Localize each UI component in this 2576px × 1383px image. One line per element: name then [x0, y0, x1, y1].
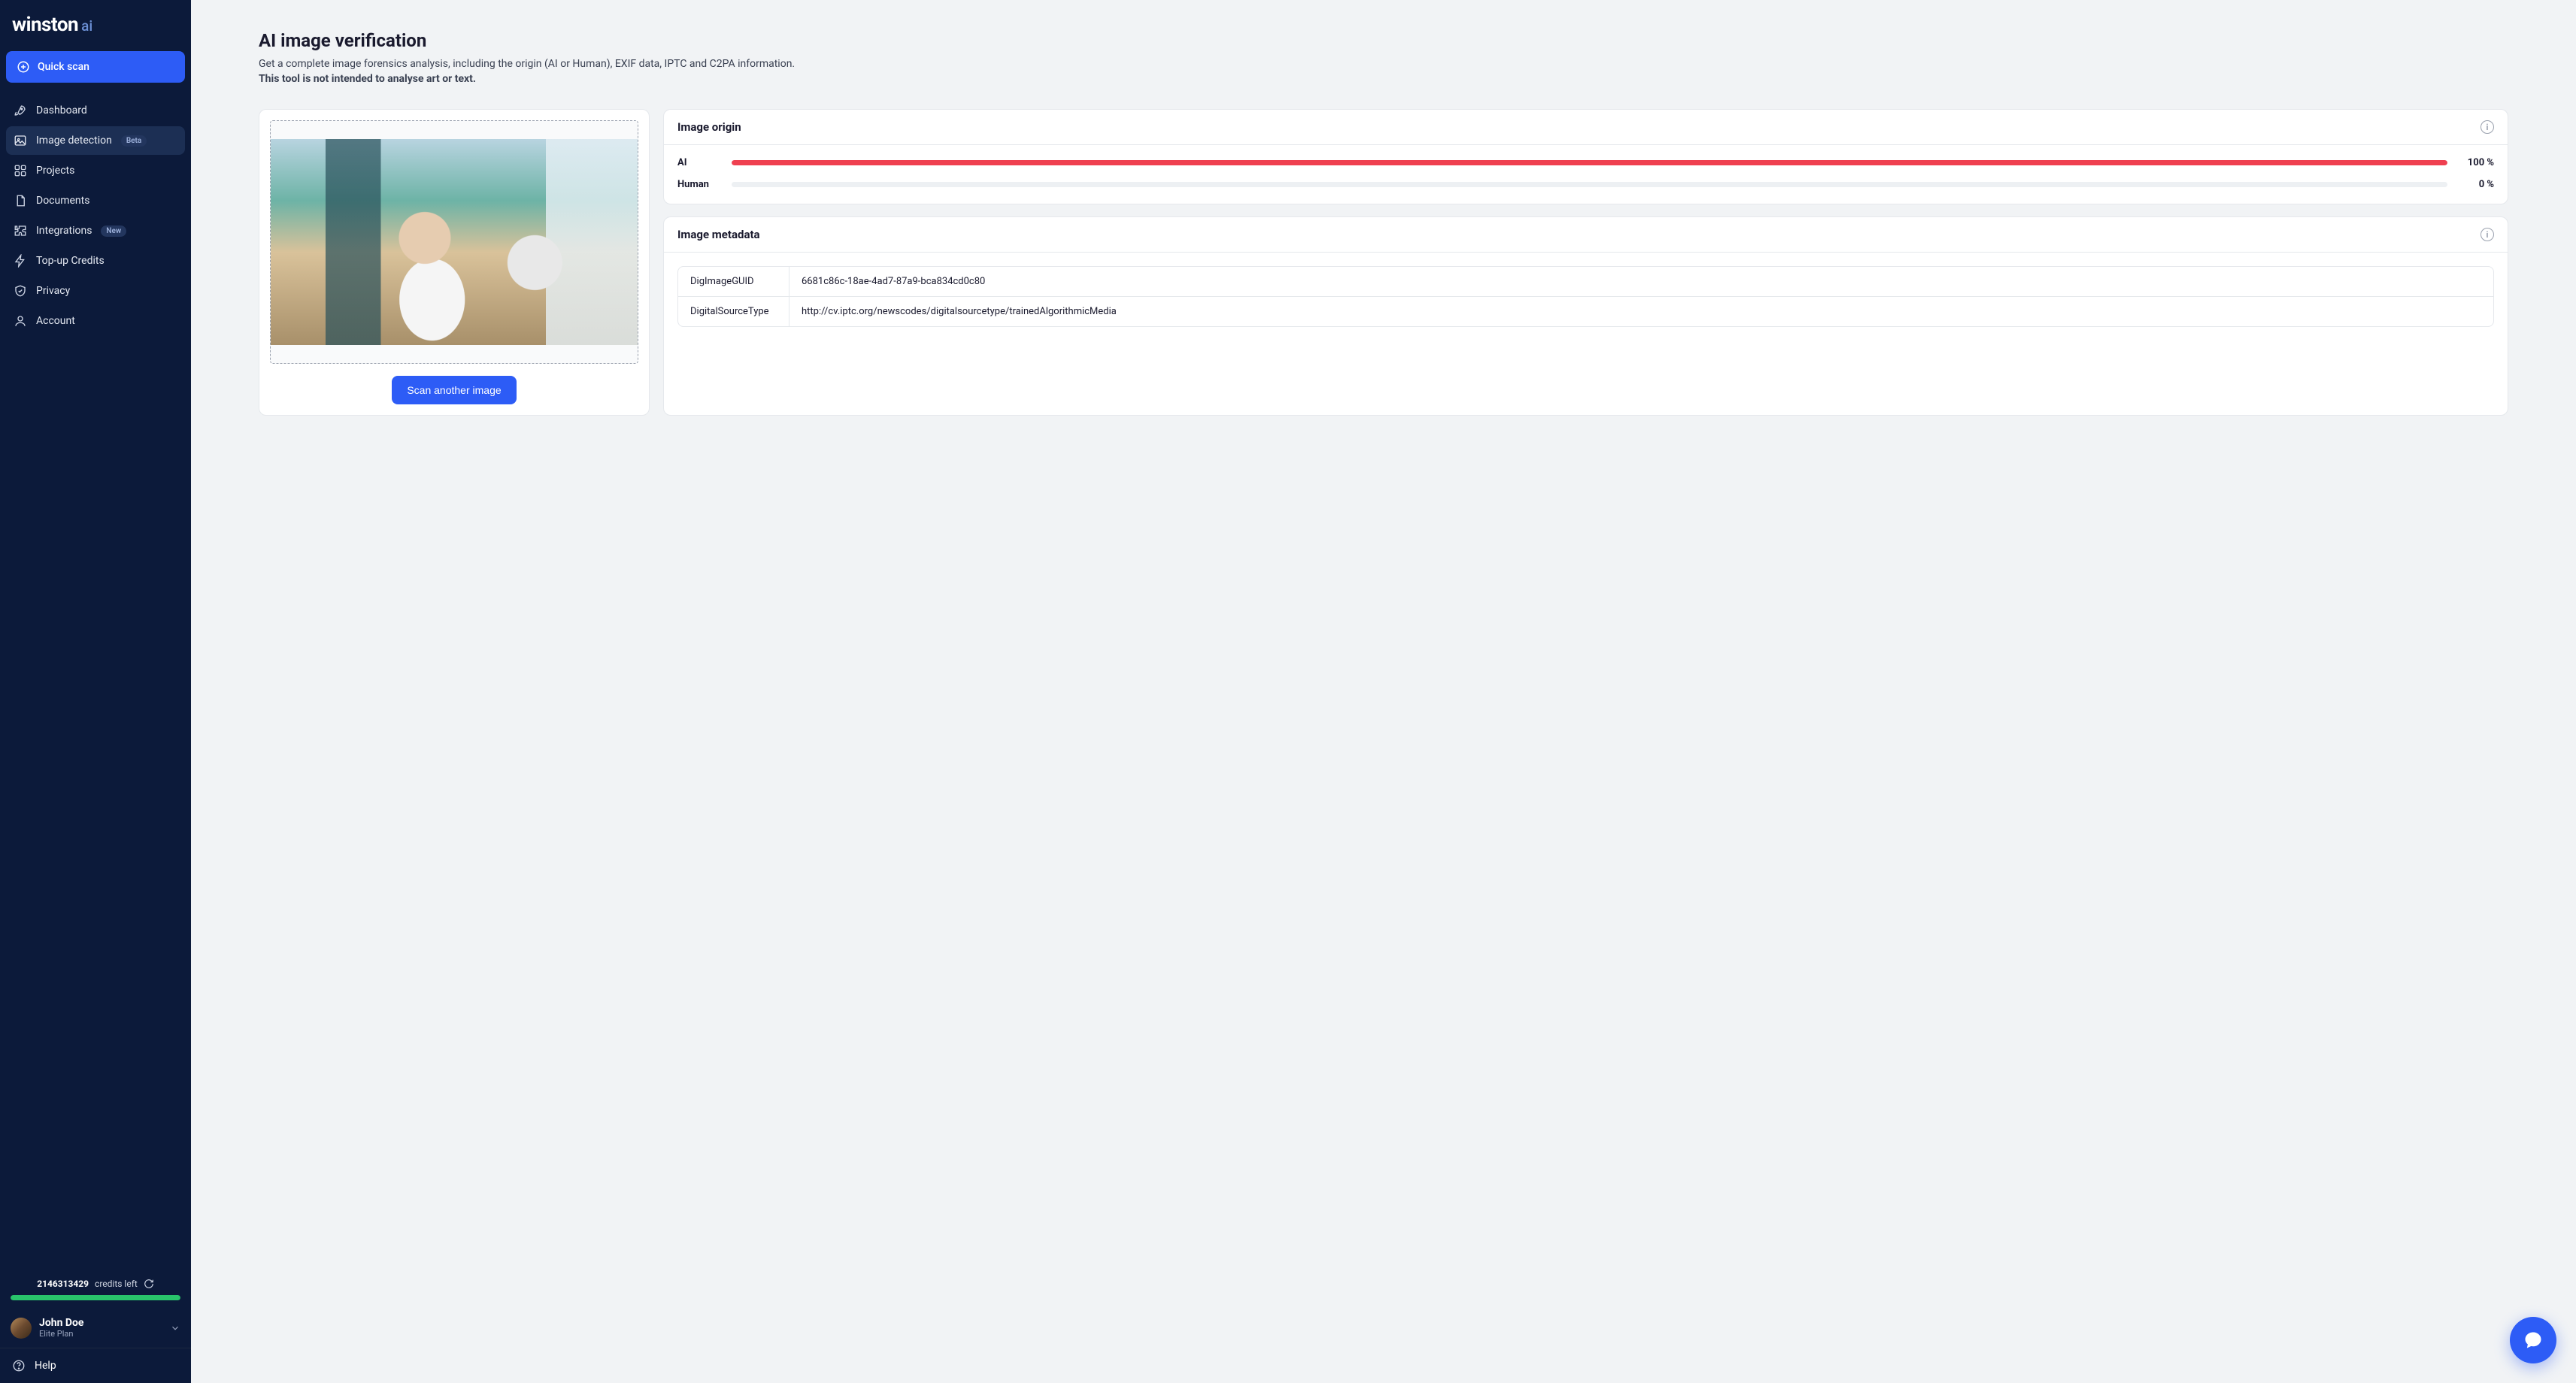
meta-val: 6681c86c-18ae-4ad7-87a9-bca834cd0c80 — [789, 267, 997, 296]
nav-label: Image detection — [36, 135, 112, 147]
beta-badge: Beta — [121, 135, 147, 147]
credits-bar — [11, 1295, 180, 1300]
credits-fill — [11, 1295, 180, 1300]
nav-topup[interactable]: Top-up Credits — [6, 247, 185, 275]
quick-scan-label: Quick scan — [38, 61, 89, 73]
credits-suffix: credits left — [95, 1279, 138, 1289]
shield-icon — [14, 284, 27, 298]
nav-privacy[interactable]: Privacy — [6, 277, 185, 305]
refresh-icon[interactable] — [144, 1279, 154, 1289]
credits-block: 2146313429 credits left — [0, 1279, 191, 1308]
scan-another-button[interactable]: Scan another image — [392, 376, 516, 404]
nav-label: Projects — [36, 165, 74, 177]
new-badge: New — [101, 225, 126, 237]
progress-track — [732, 182, 2447, 187]
nav: Dashboard Image detection Beta Projects … — [0, 96, 191, 335]
nav-projects[interactable]: Projects — [6, 156, 185, 185]
nav-label: Privacy — [36, 285, 70, 297]
origin-label: Human — [677, 179, 720, 190]
nav-label: Dashboard — [36, 104, 87, 117]
user-icon — [14, 314, 27, 328]
progress-track — [732, 160, 2447, 165]
credits-value: 2146313429 — [37, 1279, 89, 1289]
origin-row-ai: AI 100 % — [677, 157, 2494, 168]
grid-icon — [14, 164, 27, 177]
sidebar: winston ai Quick scan Dashboard Image de… — [0, 0, 191, 1383]
table-row: DigImageGUID 6681c86c-18ae-4ad7-87a9-bca… — [678, 267, 2493, 296]
user-menu[interactable]: John Doe Elite Plan — [0, 1308, 191, 1348]
origin-card: Image origin i AI 100 % Human — [663, 109, 2508, 204]
nav-image-detection[interactable]: Image detection Beta — [6, 126, 185, 155]
logo[interactable]: winston ai — [0, 0, 191, 51]
origin-value: 0 % — [2459, 179, 2494, 190]
origin-header: Image origin — [677, 120, 741, 134]
help-icon — [12, 1359, 26, 1372]
page-title: AI image verification — [259, 30, 2508, 51]
metadata-card: Image metadata i DigImageGUID 6681c86c-1… — [663, 216, 2508, 416]
metadata-table: DigImageGUID 6681c86c-18ae-4ad7-87a9-bca… — [677, 266, 2494, 327]
nav-dashboard[interactable]: Dashboard — [6, 96, 185, 125]
origin-row-human: Human 0 % — [677, 179, 2494, 190]
bolt-icon — [14, 254, 27, 268]
nav-integrations[interactable]: Integrations New — [6, 216, 185, 245]
meta-key: DigitalSourceType — [678, 297, 789, 326]
plus-circle-icon — [17, 60, 30, 74]
avatar — [11, 1318, 32, 1339]
credits-text: 2146313429 credits left — [11, 1279, 180, 1289]
help-link[interactable]: Help — [0, 1348, 191, 1383]
nav-label: Top-up Credits — [36, 255, 105, 267]
image-card: Scan another image — [259, 109, 650, 416]
scanned-image — [271, 139, 638, 345]
info-icon[interactable]: i — [2481, 228, 2494, 241]
nav-documents[interactable]: Documents — [6, 186, 185, 215]
quick-scan-button[interactable]: Quick scan — [6, 51, 185, 83]
nav-label: Documents — [36, 195, 89, 207]
nav-label: Account — [36, 315, 75, 327]
origin-label: AI — [677, 157, 720, 168]
meta-val: http://cv.iptc.org/newscodes/digitalsour… — [789, 297, 1129, 326]
user-plan: Elite Plan — [39, 1329, 162, 1339]
image-icon — [14, 134, 27, 147]
image-dropzone[interactable] — [270, 120, 638, 364]
logo-suffix: ai — [81, 17, 92, 35]
chevron-down-icon — [170, 1323, 180, 1333]
origin-value: 100 % — [2459, 157, 2494, 168]
nav-account[interactable]: Account — [6, 307, 185, 335]
metadata-header: Image metadata — [677, 228, 760, 241]
nav-label: Integrations — [36, 225, 92, 237]
puzzle-icon — [14, 224, 27, 238]
document-icon — [14, 194, 27, 207]
chat-button[interactable] — [2510, 1317, 2556, 1363]
main-content: AI image verification Get a complete ima… — [191, 0, 2576, 1383]
help-label: Help — [35, 1360, 56, 1372]
table-row: DigitalSourceType http://cv.iptc.org/new… — [678, 296, 2493, 326]
page-description: Get a complete image forensics analysis,… — [259, 57, 800, 86]
user-name: John Doe — [39, 1317, 162, 1329]
meta-key: DigImageGUID — [678, 267, 789, 296]
rocket-icon — [14, 104, 27, 117]
info-icon[interactable]: i — [2481, 120, 2494, 134]
progress-fill-ai — [732, 160, 2447, 165]
logo-main: winston — [12, 14, 78, 36]
